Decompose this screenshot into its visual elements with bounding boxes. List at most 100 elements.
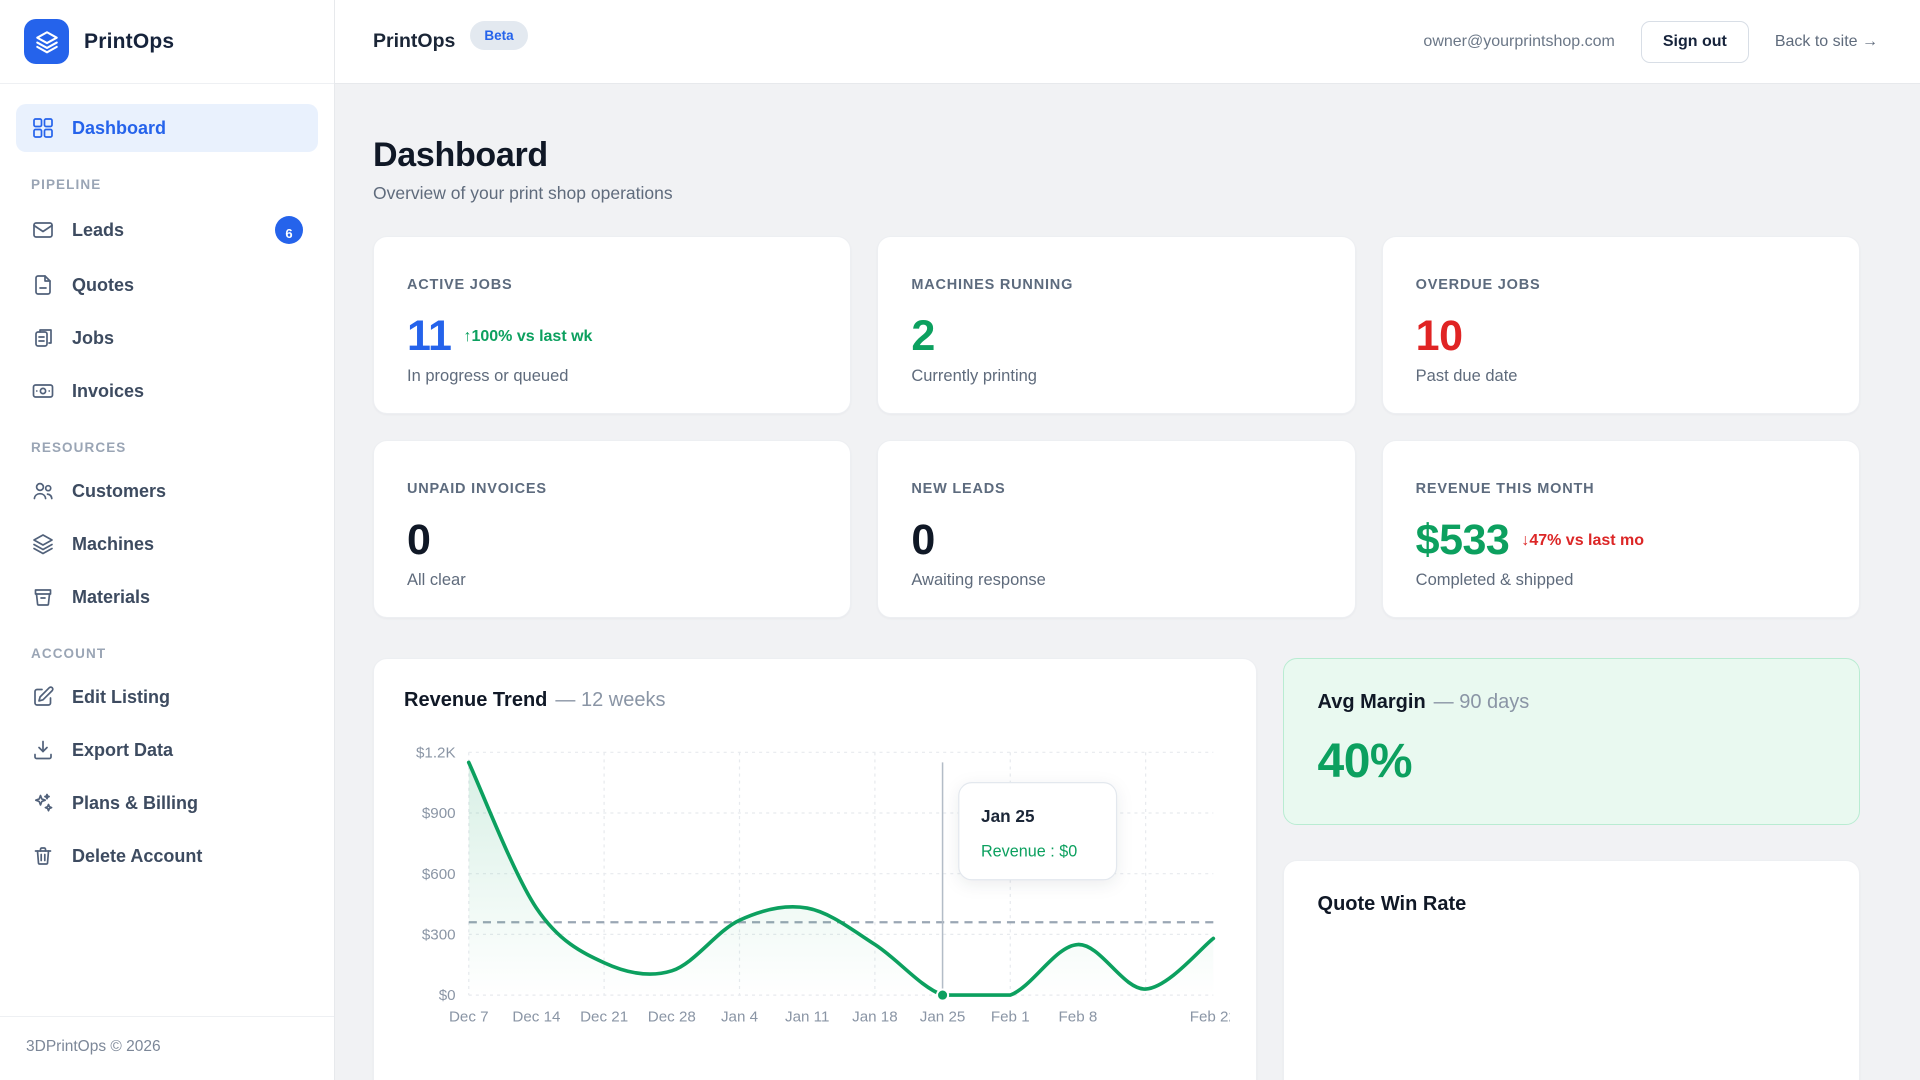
revenue-trend-card: Revenue Trend— 12 weeks $0$300$600$900$1… [373,658,1257,1080]
section-label-resources: RESOURCES [31,440,303,455]
trash-icon [31,844,55,868]
stat-value: $533 [1416,519,1510,562]
page-title: Dashboard [373,136,1860,175]
stat-delta: ↓47% vs last mo [1521,532,1644,550]
sidebar-item-edit-listing[interactable]: Edit Listing [16,673,318,721]
x-axis-tick: Dec 7 [449,1008,489,1025]
sidebar-item-label: Quotes [72,275,134,296]
stat-sub: Past due date [1416,367,1826,386]
y-axis-tick: $1.2K [416,744,456,761]
stat-label: MACHINES RUNNING [911,277,1321,293]
chart-tooltip [959,783,1117,880]
x-axis-tick: Dec 14 [512,1008,560,1025]
stat-value: 0 [407,519,430,562]
stat-value: 2 [911,315,934,358]
chart-title-text: Revenue Trend [404,689,547,711]
stat-label: REVENUE THIS MONTH [1416,481,1826,497]
tooltip-date: Jan 25 [981,806,1035,826]
sidebar: PrintOps Dashboard PIPELINE Leads6 Quotes Jo… [0,0,335,1080]
sidebar-item-plans-billing[interactable]: Plans & Billing [16,779,318,827]
selected-point-dot [937,990,948,1001]
sidebar-item-label: Delete Account [72,846,202,867]
stat-value-row: 11 ↑100% vs last wk [407,315,817,358]
stat-value-row: 10 [1416,315,1826,358]
stat-sub: In progress or queued [407,367,817,386]
quote-win-rate-card: Quote Win Rate Send your first quote to … [1283,860,1860,1080]
sidebar-item-label: Dashboard [72,118,166,139]
stats-grid: ACTIVE JOBS 11 ↑100% vs last wk In progr… [373,236,1860,618]
download-icon [31,738,55,762]
stat-value-row: 2 [911,315,1321,358]
quote-win-rate-title: Quote Win Rate [1318,893,1825,916]
tooltip-value: Revenue : $0 [981,843,1077,861]
x-axis-tick: Dec 21 [580,1008,628,1025]
page-subtitle: Overview of your print shop operations [373,183,1860,204]
stat-sub: All clear [407,571,817,590]
file-icon [31,273,55,297]
bottom-grid: Revenue Trend— 12 weeks $0$300$600$900$1… [373,658,1860,1080]
sidebar-item-export-data[interactable]: Export Data [16,726,318,774]
stat-value: 10 [1416,315,1463,358]
sidebar-item-customers[interactable]: Customers [16,467,318,515]
y-axis-tick: $300 [422,926,456,943]
users-icon [31,479,55,503]
x-axis-tick: Jan 25 [920,1008,966,1025]
stat-card: ACTIVE JOBS 11 ↑100% vs last wk In progr… [373,236,851,414]
x-axis-tick: Jan 4 [721,1008,758,1025]
stat-sub: Awaiting response [911,571,1321,590]
sidebar-item-label: Materials [72,587,150,608]
back-to-site-link[interactable]: Back to site → [1775,33,1878,51]
sidebar-item-machines[interactable]: Machines [16,520,318,568]
chart-title-range: — 12 weeks [555,689,665,711]
sidebar-item-quotes[interactable]: Quotes [16,261,318,309]
sidebar-item-dashboard[interactable]: Dashboard [16,104,318,152]
stat-card: REVENUE THIS MONTH $533 ↓47% vs last mo … [1382,440,1860,618]
banknote-icon [31,379,55,403]
revenue-chart[interactable]: $0$300$600$900$1.2KDec 7Dec 14Dec 21Dec … [404,726,1230,1048]
sidebar-item-materials[interactable]: Materials [16,573,318,621]
stat-label: OVERDUE JOBS [1416,277,1826,293]
edit-icon [31,685,55,709]
archive-icon [31,585,55,609]
stat-card: UNPAID INVOICES 0 All clear [373,440,851,618]
sidebar-logo-row: PrintOps [0,0,334,84]
sparkles-icon [31,791,55,815]
topbar: PrintOps Beta owner@yourprintshop.com Si… [335,0,1920,84]
x-axis-tick: Feb 22 [1190,1008,1230,1025]
leads-count-badge: 6 [275,216,303,244]
stat-label: UNPAID INVOICES [407,481,817,497]
sign-out-button[interactable]: Sign out [1641,21,1749,63]
x-axis-tick: Jan 18 [852,1008,898,1025]
sidebar-item-label: Machines [72,534,154,555]
stat-label: NEW LEADS [911,481,1321,497]
stat-card: OVERDUE JOBS 10 Past due date [1382,236,1860,414]
sidebar-item-leads[interactable]: Leads6 [16,204,318,256]
sidebar-nav: Dashboard PIPELINE Leads6 Quotes Jobs Invoice… [0,84,334,1016]
section-label-pipeline: PIPELINE [31,177,303,192]
layers-icon [31,532,55,556]
app-logo-icon [24,19,69,64]
topbar-brand: PrintOps [373,30,455,53]
x-axis-tick: Feb 8 [1059,1008,1098,1025]
sidebar-item-invoices[interactable]: Invoices [16,367,318,415]
sidebar-item-label: Plans & Billing [72,793,198,814]
user-email: owner@yourprintshop.com [1423,33,1614,51]
avg-margin-title-text: Avg Margin [1318,691,1426,713]
y-axis-tick: $0 [439,987,456,1004]
sidebar-item-delete-account[interactable]: Delete Account [16,832,318,880]
beta-badge: Beta [470,21,527,50]
stat-label: ACTIVE JOBS [407,277,817,293]
x-axis-tick: Feb 1 [991,1008,1030,1025]
stat-card: NEW LEADS 0 Awaiting response [877,440,1355,618]
stat-sub: Completed & shipped [1416,571,1826,590]
avg-margin-value: 40% [1318,734,1825,789]
avg-margin-title: Avg Margin— 90 days [1318,691,1825,714]
stat-value-row: $533 ↓47% vs last mo [1416,519,1826,562]
stat-value: 0 [911,519,934,562]
stat-value: 11 [407,315,451,358]
stat-value-row: 0 [911,519,1321,562]
sidebar-item-label: Export Data [72,740,173,761]
mail-icon [31,218,55,242]
grid-icon [31,116,55,140]
sidebar-item-jobs[interactable]: Jobs [16,314,318,362]
